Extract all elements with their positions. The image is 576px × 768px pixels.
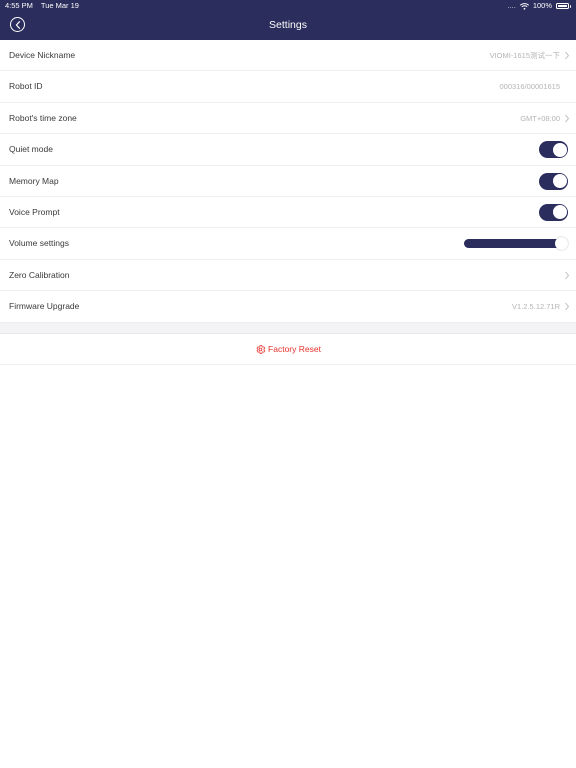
factory-reset-label: Factory Reset xyxy=(268,344,321,354)
status-date: Tue Mar 19 xyxy=(40,1,79,10)
chevron-right-icon xyxy=(564,51,570,60)
row-label: Quiet mode xyxy=(9,144,53,155)
section-divider xyxy=(0,323,576,334)
status-right: .... 100% xyxy=(507,0,571,12)
signal-dots: .... xyxy=(507,1,516,10)
slider-fill xyxy=(464,239,562,249)
page-title: Settings xyxy=(269,19,307,31)
toggle-knob xyxy=(552,174,567,189)
voice-prompt-toggle[interactable] xyxy=(539,203,568,221)
status-left: 4:55 PM Tue Mar 19 xyxy=(5,0,85,12)
gear-icon xyxy=(255,344,266,355)
row-label: Robot ID xyxy=(9,81,43,92)
row-label: Robot's time zone xyxy=(9,112,77,123)
zero-calibration-row[interactable]: Zero Calibration xyxy=(0,259,576,292)
status-time: 4:55 PM xyxy=(5,1,33,10)
memory-map-toggle[interactable] xyxy=(539,172,568,190)
slider-knob[interactable] xyxy=(555,237,569,251)
device-nickname-row[interactable]: Device Nickname VIOMI-1615测试一下 xyxy=(0,40,576,72)
volume-slider[interactable] xyxy=(464,237,569,251)
row-label: Zero Calibration xyxy=(9,269,70,280)
chevron-right-icon xyxy=(564,114,570,123)
settings-list: Device Nickname VIOMI-1615测试一下 Robot ID … xyxy=(0,40,576,323)
navigation-header: 4:55 PM Tue Mar 19 .... 100% Settings xyxy=(0,0,576,40)
row-value: V1.2.5.12.71R xyxy=(512,302,560,312)
status-bar: 4:55 PM Tue Mar 19 .... 100% xyxy=(0,0,576,12)
row-value: VIOMI-1615测试一下 xyxy=(489,51,560,60)
voice-prompt-row: Voice Prompt xyxy=(0,196,576,229)
row-label: Memory Map xyxy=(9,175,59,186)
row-label: Firmware Upgrade xyxy=(9,301,80,312)
chevron-right-icon xyxy=(564,271,570,280)
row-label: Volume settings xyxy=(9,238,70,249)
row-label: Device Nickname xyxy=(9,50,76,60)
wifi-icon xyxy=(519,2,529,10)
time-zone-row[interactable]: Robot's time zone GMT+08:00 xyxy=(0,102,576,135)
row-label: Voice Prompt xyxy=(9,206,60,217)
quiet-mode-toggle[interactable] xyxy=(539,141,568,159)
toggle-knob xyxy=(552,205,567,220)
firmware-upgrade-row[interactable]: Firmware Upgrade V1.2.5.12.71R xyxy=(0,291,576,323)
memory-map-row: Memory Map xyxy=(0,165,576,197)
row-value: 000316/00001615 xyxy=(499,82,560,92)
battery-percentage: 100% xyxy=(532,1,552,10)
toggle-knob xyxy=(552,142,567,157)
slider-track xyxy=(464,239,568,249)
row-value: GMT+08:00 xyxy=(520,113,560,123)
quiet-mode-row: Quiet mode xyxy=(0,134,576,166)
robot-id-row: Robot ID 000316/00001615 xyxy=(0,71,576,103)
volume-settings-row: Volume settings xyxy=(0,228,576,260)
battery-icon xyxy=(556,3,571,9)
factory-reset-button[interactable]: Factory Reset xyxy=(0,334,576,365)
chevron-right-icon xyxy=(564,302,570,311)
